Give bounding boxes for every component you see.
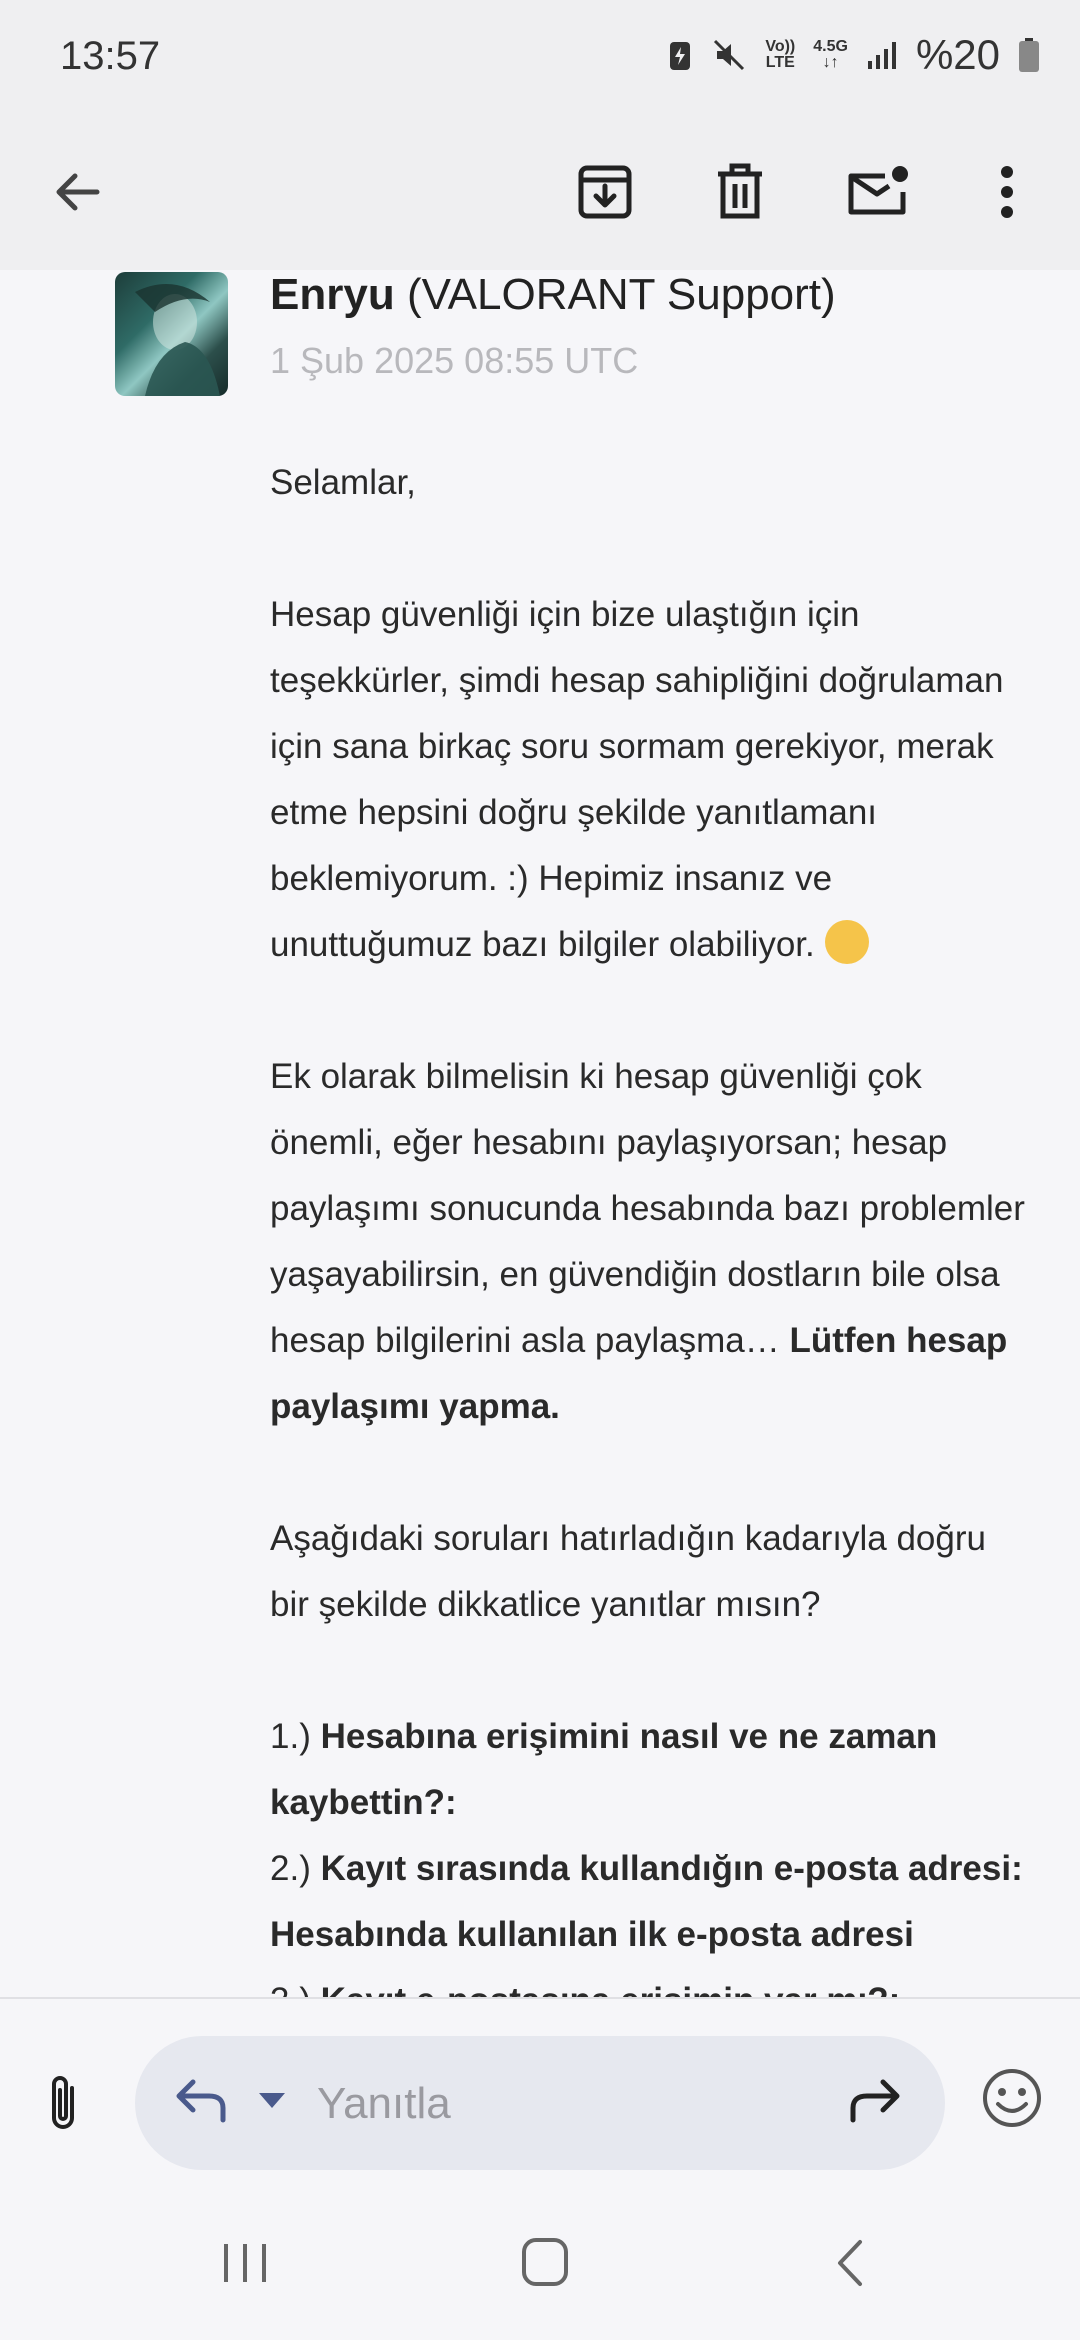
battery-icon <box>1019 38 1039 72</box>
attachment-icon <box>52 2076 74 2129</box>
question-item: 1.) Hesabına erişimini nasıl ve ne zaman… <box>270 1717 938 1822</box>
back-button[interactable] <box>27 142 127 242</box>
status-time: 13:57 <box>60 34 161 78</box>
reply-placeholder: Yanıtla <box>317 2079 451 2128</box>
status-icons: Vo)) LTE 4.5G ↓↑ %20 <box>667 30 1040 80</box>
back-arrow-icon <box>56 173 100 211</box>
question-list: 1.) Hesabına erişimini nasıl ve ne zaman… <box>270 1704 1030 1998</box>
nav-back-icon[interactable] <box>830 2238 870 2288</box>
question-item: 3.) Kayıt e-postasına erişimin var mı?: <box>270 1968 1030 1998</box>
battery-saver-icon <box>670 42 691 70</box>
email-paragraph: Ek olarak bilmelisin ki hesap güvenliği … <box>270 1057 1025 1426</box>
email-paragraph: Hesap güvenliği için bize ulaştığın için… <box>270 595 1004 964</box>
sender-org: (VALORANT Support) <box>406 270 836 319</box>
email-date: 1 Şub 2025 08:55 UTC <box>270 340 639 381</box>
delete-icon <box>718 163 762 219</box>
forward-icon[interactable] <box>847 2076 903 2126</box>
sender-avatar[interactable] <box>115 272 228 396</box>
attach-button[interactable] <box>38 2072 88 2141</box>
chevron-down-icon[interactable] <box>257 2091 287 2111</box>
email-paragraph: Aşağıdaki soruları hatırladığın kadarıyl… <box>270 1519 986 1624</box>
avatar-image <box>135 284 220 396</box>
mark-unread-button[interactable] <box>827 142 927 242</box>
archive-icon <box>578 165 632 219</box>
mark-unread-icon <box>848 166 908 215</box>
sender-line: Enryu (VALORANT Support) <box>270 270 836 320</box>
signal-icon <box>867 42 896 69</box>
reply-field[interactable]: Yanıtla <box>135 2036 945 2170</box>
emoji-icon <box>983 2069 1041 2127</box>
status-bar: 13:57 Vo)) LTE 4.5G ↓↑ %20 <box>0 0 1080 112</box>
hugging-face-emoji-icon <box>824 920 869 964</box>
sender-name: Enryu <box>270 270 395 319</box>
recent-apps-icon[interactable] <box>220 2240 270 2286</box>
archive-button[interactable] <box>555 142 655 242</box>
email-toolbar <box>0 112 1080 270</box>
home-icon[interactable] <box>520 2236 570 2288</box>
system-nav-bar <box>0 2190 1080 2340</box>
emoji-button[interactable] <box>980 2066 1044 2135</box>
mute-icon <box>714 39 745 71</box>
more-options-button[interactable] <box>957 142 1057 242</box>
email-content: Enryu (VALORANT Support) 1 Şub 2025 08:5… <box>0 270 1080 1998</box>
delete-button[interactable] <box>690 142 790 242</box>
question-item: 2.) Kayıt sırasında kullandığın e-posta … <box>270 1849 1023 1954</box>
volte-indicator: Vo)) LTE <box>765 38 796 71</box>
network-gen-indicator: 4.5G ↓↑ <box>813 38 848 71</box>
email-greeting: Selamlar, <box>270 463 416 502</box>
reply-icon[interactable] <box>173 2076 229 2126</box>
reply-composer: Yanıtla <box>0 1999 1080 2190</box>
battery-percent: %20 <box>915 31 1000 78</box>
email-body: Selamlar, Hesap güvenliği için bize ulaş… <box>270 450 1030 1998</box>
more-options-icon <box>1001 166 1013 218</box>
